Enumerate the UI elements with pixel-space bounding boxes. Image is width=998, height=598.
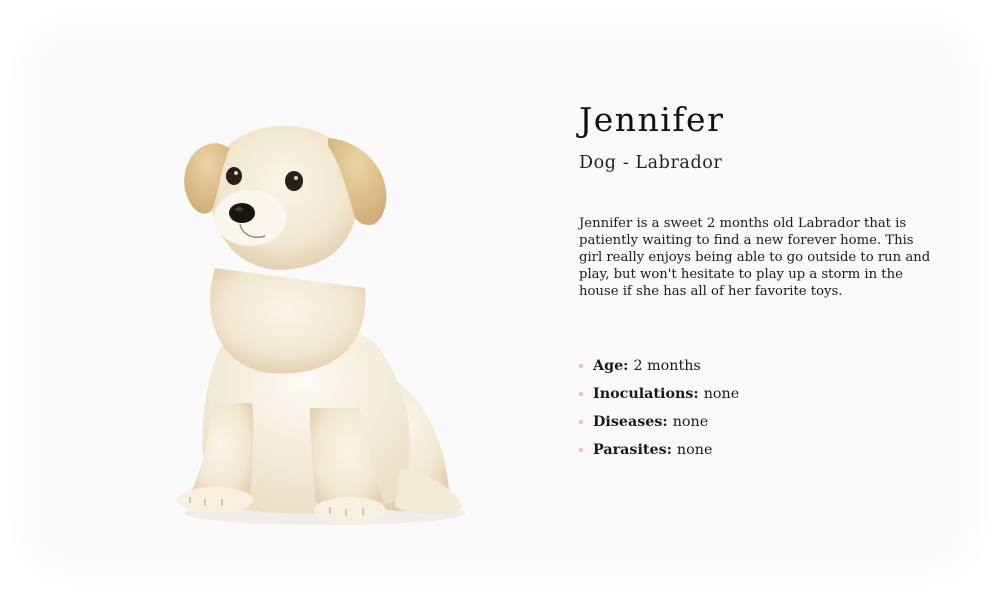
fact-diseases: Diseases: none bbox=[579, 410, 739, 438]
pet-name: Jennifer bbox=[579, 100, 725, 139]
bullet-icon bbox=[579, 364, 583, 368]
bullet-icon bbox=[579, 448, 583, 452]
pet-facts-list: Age: 2 months Inoculations: none Disease… bbox=[579, 354, 739, 466]
fact-label: Inoculations: bbox=[593, 386, 704, 402]
pet-species-breed: Dog - Labrador bbox=[579, 153, 723, 173]
fact-parasites: Parasites: none bbox=[579, 438, 739, 466]
fact-value: none bbox=[672, 414, 709, 430]
puppy-photo bbox=[177, 125, 465, 525]
fact-value: none bbox=[676, 442, 713, 458]
fact-age: Age: 2 months bbox=[579, 354, 739, 382]
bullet-icon bbox=[579, 420, 583, 424]
fact-label: Parasites: bbox=[593, 442, 677, 458]
pet-description: Jennifer is a sweet 2 months old Labrado… bbox=[579, 216, 931, 300]
fact-label: Diseases: bbox=[593, 414, 673, 430]
fact-label: Age: bbox=[593, 358, 634, 374]
bullet-icon bbox=[579, 392, 583, 396]
fact-inoculations: Inoculations: none bbox=[579, 382, 739, 410]
fact-value: 2 months bbox=[633, 358, 701, 374]
fact-value: none bbox=[703, 386, 740, 402]
